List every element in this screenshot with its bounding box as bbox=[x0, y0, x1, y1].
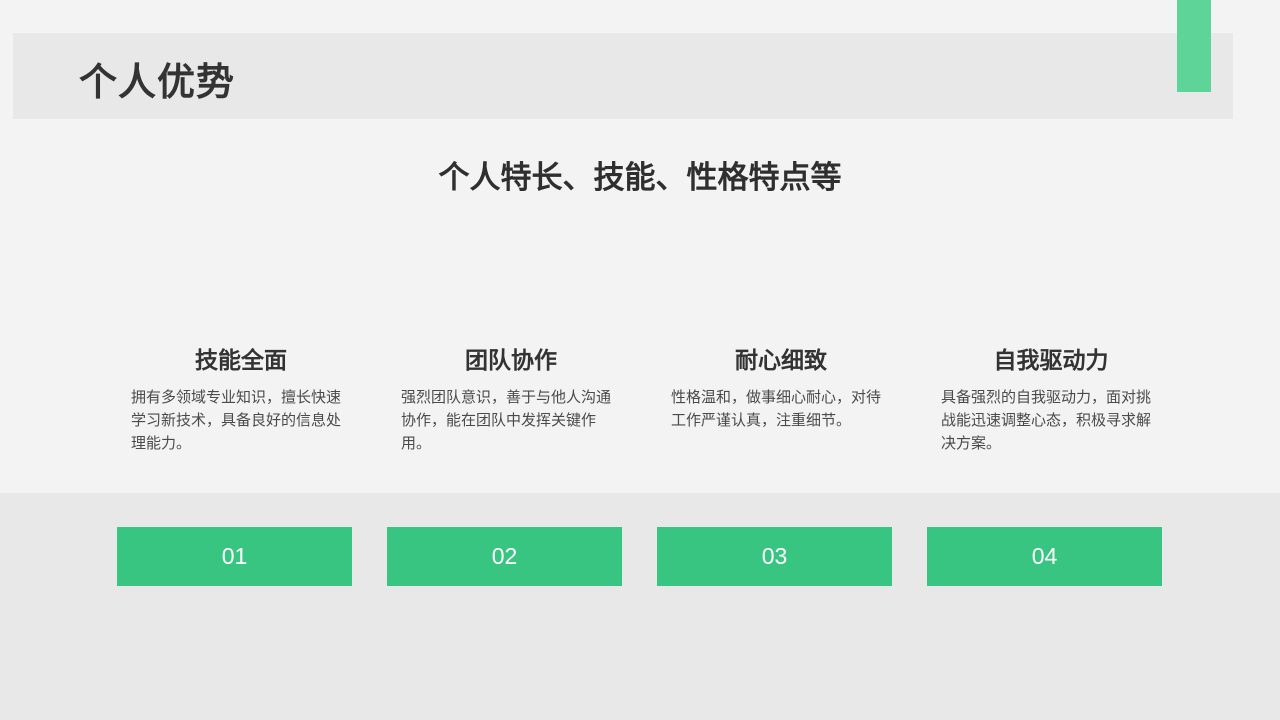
feature-card-patience: 耐心细致 性格温和，做事细心耐心，对待工作严谨认真，注重细节。 bbox=[671, 344, 891, 432]
feature-title: 技能全面 bbox=[195, 348, 287, 374]
feature-card-self-drive: 自我驱动力 具备强烈的自我驱动力，面对挑战能迅速调整心态，积极寻求解决方案。 bbox=[941, 344, 1161, 455]
accent-tab bbox=[1177, 0, 1211, 92]
feature-description: 性格温和，做事细心耐心，对待工作严谨认真，注重细节。 bbox=[671, 388, 882, 429]
feature-description: 具备强烈的自我驱动力，面对挑战能迅速调整心态，积极寻求解决方案。 bbox=[941, 388, 1152, 452]
feature-title: 耐心细致 bbox=[735, 348, 827, 374]
feature-title: 团队协作 bbox=[465, 348, 557, 374]
page-subtitle: 个人特长、技能、性格特点等 bbox=[438, 160, 842, 196]
number-box-04: 04 bbox=[927, 527, 1162, 586]
page-title: 个人优势 bbox=[79, 60, 236, 104]
number-box-03: 03 bbox=[657, 527, 892, 586]
number-box-02: 02 bbox=[387, 527, 622, 586]
feature-card-skills: 技能全面 拥有多领域专业知识，擅长快速学习新技术，具备良好的信息处理能力。 bbox=[131, 344, 351, 455]
feature-title: 自我驱动力 bbox=[993, 348, 1109, 374]
feature-description: 强烈团队意识，善于与他人沟通协作，能在团队中发挥关键作用。 bbox=[401, 388, 612, 452]
feature-card-teamwork: 团队协作 强烈团队意识，善于与他人沟通协作，能在团队中发挥关键作用。 bbox=[401, 344, 621, 455]
feature-description: 拥有多领域专业知识，擅长快速学习新技术，具备良好的信息处理能力。 bbox=[131, 388, 342, 452]
number-box-01: 01 bbox=[117, 527, 352, 586]
